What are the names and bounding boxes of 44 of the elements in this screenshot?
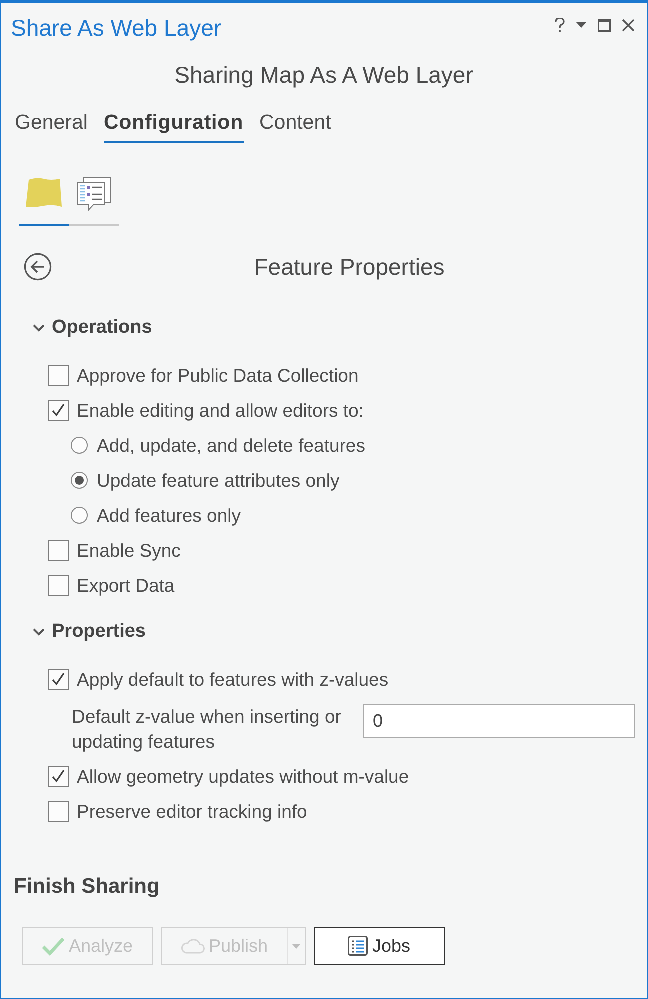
- checkbox-label[interactable]: Preserve editor tracking info: [77, 800, 308, 822]
- tab[interactable]: Configuration: [104, 109, 244, 143]
- window-title: Share As Web Layer: [11, 14, 223, 42]
- field-label: Default z-value when inserting or updating features: [72, 705, 342, 754]
- checkbox-label[interactable]: Enable Sync: [77, 540, 181, 562]
- cloud-icon: [180, 938, 205, 954]
- section-toggle[interactable]: Operations: [1, 313, 152, 343]
- list-document-icon: [77, 177, 111, 211]
- checkbox[interactable]: [48, 365, 69, 386]
- dialog-heading: Sharing Map As A Web Layer: [174, 61, 474, 90]
- chevron-icon: [33, 322, 45, 334]
- section-toggle[interactable]: Properties: [1, 617, 146, 647]
- radio-label[interactable]: Update feature attributes only: [97, 470, 340, 492]
- checkbox-label[interactable]: Allow geometry updates without m-value: [77, 766, 410, 788]
- pane-title: Feature Properties: [253, 254, 446, 280]
- checkbox-label[interactable]: Apply default to features with z-values: [77, 668, 389, 690]
- checkbox-label[interactable]: Approve for Public Data Collection: [77, 364, 359, 386]
- tab[interactable]: Content: [260, 109, 332, 143]
- check-icon: [42, 936, 65, 956]
- list-icon: [348, 936, 368, 956]
- tab[interactable]: General: [15, 109, 88, 143]
- checkbox[interactable]: [48, 801, 69, 822]
- help-icon[interactable]: [555, 18, 565, 32]
- checkbox[interactable]: [48, 669, 69, 690]
- map-icon: [26, 177, 62, 209]
- back-icon[interactable]: [24, 253, 52, 281]
- chevron-icon: [33, 626, 45, 638]
- checkbox[interactable]: [48, 540, 69, 561]
- radio-button[interactable]: [71, 437, 88, 454]
- checkbox[interactable]: [48, 766, 69, 787]
- radio-button[interactable]: [71, 472, 88, 489]
- maximize-icon[interactable]: [598, 18, 611, 32]
- radio-button[interactable]: [71, 507, 88, 524]
- radio-label[interactable]: Add, update, and delete features: [97, 434, 366, 456]
- input-field[interactable]: 0: [363, 704, 635, 738]
- checkbox[interactable]: [48, 400, 69, 421]
- checkbox-label[interactable]: Export Data: [77, 574, 175, 596]
- checkbox-label[interactable]: Enable editing and allow editors to:: [77, 400, 364, 422]
- section-title: Finish Sharing: [13, 874, 161, 900]
- jobs-button[interactable]: Jobs: [314, 927, 445, 965]
- caret-icon[interactable]: [576, 22, 587, 28]
- close-icon[interactable]: [622, 18, 635, 32]
- checkbox[interactable]: [48, 575, 69, 596]
- radio-label[interactable]: Add features only: [97, 504, 241, 526]
